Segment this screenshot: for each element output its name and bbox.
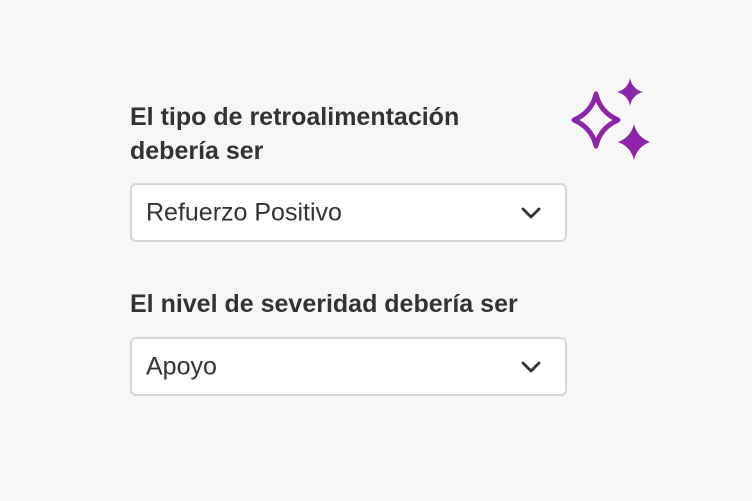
severity-level-label: El nivel de severidad debería ser: [130, 290, 518, 318]
chevron-down-icon: [521, 361, 541, 372]
feedback-type-select[interactable]: Refuerzo Positivo: [130, 183, 567, 242]
feedback-type-label: El tipo de retroalimentación debería ser: [130, 103, 460, 165]
chevron-down-icon: [521, 207, 541, 218]
severity-level-value: Apoyo: [146, 352, 217, 380]
sparkles-icon: [571, 78, 650, 160]
feedback-type-value: Refuerzo Positivo: [146, 198, 342, 226]
severity-level-select[interactable]: Apoyo: [130, 337, 567, 396]
